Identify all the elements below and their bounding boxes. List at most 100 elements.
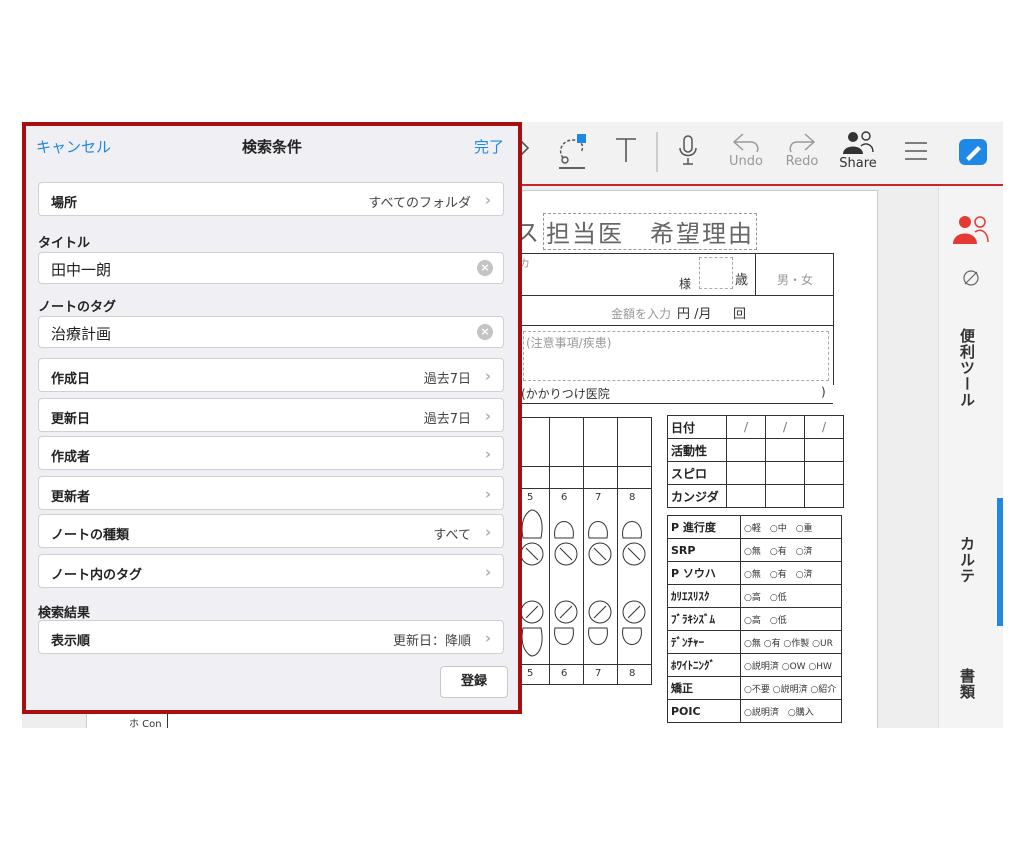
options-table: P 進行度 ○軽 ○中 ○重 SRP ○無 ○有 ○済 P ソウハ ○無 ○有 ○済 ｶﾘｴ… [667, 515, 842, 723]
eval-cell[interactable] [765, 484, 805, 508]
app-window: Undo Redo Share 便利ツール カルテ 書類 列 ス [22, 122, 1003, 728]
option-choices[interactable]: ○説明済 ○購入 [740, 699, 842, 723]
chevron-right-icon: › [484, 629, 491, 647]
creator-row[interactable]: 作成者 › [38, 436, 504, 470]
rule [515, 403, 833, 404]
notes-box[interactable]: (注意事項/疾患) [523, 331, 829, 381]
age-unit: 歳 [735, 273, 749, 288]
option-choices[interactable]: ○軽 ○中 ○重 [740, 515, 842, 539]
eval-cell[interactable] [765, 461, 805, 485]
option-row-label: P 進行度 [667, 515, 741, 539]
option-row: POIC ○説明済 ○購入 [667, 699, 842, 723]
chevron-right-icon: › [484, 485, 491, 503]
creator-label: 作成者 [51, 450, 91, 465]
option-row: P ソウハ ○無 ○有 ○済 [667, 561, 842, 585]
option-choices[interactable]: ○高 ○低 [740, 584, 842, 608]
option-choices[interactable]: ○説明済 ○OW ○HW [740, 653, 842, 677]
eval-row-label: スピロ [667, 461, 727, 485]
tab-chart[interactable]: カルテ [957, 536, 978, 584]
sort-order-row[interactable]: 表示順 更新日：降順 › [38, 620, 504, 654]
text-tool-icon[interactable] [614, 136, 638, 164]
rule [755, 253, 756, 295]
option-choices[interactable]: ○無 ○有 ○済 [740, 561, 842, 585]
undo-button[interactable]: Undo [726, 130, 766, 169]
inner-tag-row[interactable]: ノート内のタグ › [38, 554, 504, 588]
redo-button[interactable]: Redo [782, 130, 822, 169]
register-button[interactable]: 登録 [440, 666, 508, 698]
inner-tag-label: ノート内のタグ [51, 568, 143, 583]
eval-cell[interactable] [726, 461, 766, 485]
title-search-input[interactable]: 田中一朗 × [38, 252, 504, 284]
lasso-select-icon[interactable] [555, 132, 589, 172]
note-type-label: ノートの種類 [51, 528, 130, 543]
updater-row[interactable]: 更新者 › [38, 476, 504, 510]
eval-cell[interactable] [726, 484, 766, 508]
amount-unit: 円 /月 [677, 307, 712, 322]
chevron-right-icon: › [484, 407, 491, 425]
eval-cell[interactable]: / [804, 415, 844, 439]
age-box[interactable] [699, 257, 733, 289]
pencil-icon[interactable] [961, 268, 981, 292]
clinic-close: ) [821, 385, 826, 399]
results-section-label: 検索結果 [38, 606, 91, 621]
new-note-icon[interactable] [958, 138, 988, 166]
people-icon [843, 131, 874, 154]
chevron-right-icon: › [484, 523, 491, 541]
option-row: ﾎﾜｲﾄﾆﾝｸﾞ ○説明済 ○OW ○HW [667, 653, 842, 677]
option-choices[interactable]: ○無 ○有 ○済 [740, 538, 842, 562]
eval-cell[interactable]: / [726, 415, 766, 439]
option-choices[interactable]: ○高 ○低 [740, 607, 842, 631]
tab-documents[interactable]: 書類 [957, 668, 978, 700]
tooth-illustration [520, 509, 646, 657]
share-label: Share [839, 156, 877, 171]
chevron-right-icon: › [484, 367, 491, 385]
location-row[interactable]: 場所 すべてのフォルダ › [38, 182, 504, 216]
tab-tools[interactable]: 便利ツール [957, 328, 978, 408]
tooth-chart: 5 6 7 8 5 6 7 8 [515, 417, 652, 685]
toolbar-divider [656, 132, 658, 172]
eval-cell[interactable] [804, 461, 844, 485]
eval-row-label: カンジダ [667, 484, 727, 508]
option-row: SRP ○無 ○有 ○済 [667, 538, 842, 562]
amount-placeholder[interactable]: 金額を入力 [611, 305, 671, 322]
eval-cell[interactable] [726, 438, 766, 462]
option-choices[interactable]: ○無 ○有 ○作製 ○UR [740, 630, 842, 654]
tooth-number: 8 [629, 492, 636, 503]
note-type-row[interactable]: ノートの種類 すべて › [38, 514, 504, 548]
option-choices[interactable]: ○不要 ○説明済 ○紹介 [740, 676, 842, 700]
times-unit: 回 [733, 307, 747, 322]
option-row: ｶﾘｴｽﾘｽｸ ○高 ○低 [667, 584, 842, 608]
clear-icon[interactable]: × [477, 324, 493, 340]
created-date-row[interactable]: 作成日 過去7日 › [38, 358, 504, 392]
clear-icon[interactable]: × [477, 260, 493, 276]
option-row: ﾃﾞﾝﾁｬｰ ○無 ○有 ○作製 ○UR [667, 630, 842, 654]
done-button[interactable]: 完了 [474, 136, 504, 157]
eval-row-label: 日付 [667, 415, 727, 439]
tag-search-input[interactable]: 治療計画 × [38, 316, 504, 348]
option-row: ﾌﾞﾗｷｼｽﾞﾑ ○高 ○低 [667, 607, 842, 631]
updated-date-row[interactable]: 更新日 過去7日 › [38, 398, 504, 432]
eval-cell[interactable] [765, 438, 805, 462]
menu-icon[interactable] [904, 140, 928, 162]
microphone-icon[interactable] [676, 134, 700, 168]
created-label: 作成日 [51, 372, 91, 387]
clinic-label: (かかりつけ医院 [521, 387, 610, 401]
share-button[interactable]: Share [836, 130, 880, 171]
tooth-number: 8 [629, 668, 636, 679]
option-row: P 進行度 ○軽 ○中 ○重 [667, 515, 842, 539]
chevron-right-icon: › [484, 445, 491, 463]
title-section-label: タイトル [38, 236, 91, 251]
option-row-label: ｶﾘｴｽﾘｽｸ [667, 584, 741, 608]
document-heading: 担当医 希望理由 [543, 213, 757, 250]
eval-row: カンジダ [667, 484, 844, 508]
eval-cell[interactable] [804, 438, 844, 462]
eval-cell[interactable] [804, 484, 844, 508]
eval-cell[interactable]: / [765, 415, 805, 439]
eval-row: スピロ [667, 461, 844, 485]
chevron-right-icon: › [484, 191, 491, 209]
note-type-value: すべて [433, 528, 471, 543]
rule [515, 295, 833, 296]
redo-label: Redo [785, 154, 819, 169]
chevron-right-icon: › [484, 563, 491, 581]
person-share-icon[interactable] [953, 214, 989, 250]
